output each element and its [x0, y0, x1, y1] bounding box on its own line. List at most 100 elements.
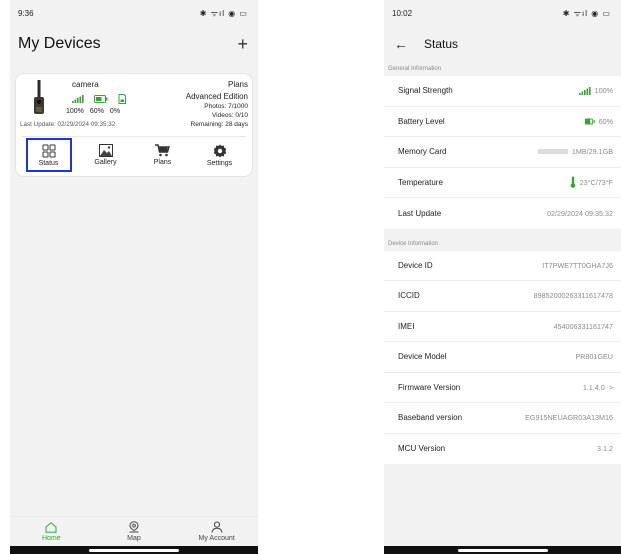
row-value: 23°C/73°F [570, 176, 613, 189]
signal-icon [578, 86, 591, 95]
row-label: Temperature [398, 177, 443, 187]
row-label: Device ID [398, 260, 433, 270]
memory-value: 0% [109, 108, 121, 115]
row-label: Battery Level [398, 116, 445, 126]
row-memory-card: Memory Card 1MB/29.1GB [384, 137, 621, 168]
row-mcu-version: MCU Version 3.1.2 [384, 434, 621, 465]
section-device-label: Device Information [388, 240, 439, 247]
signal-value: 100% [66, 108, 84, 115]
signal-value: 100% [594, 86, 613, 96]
row-value: 60% [584, 116, 613, 126]
sd-card-icon [118, 94, 126, 104]
row-signal-strength: Signal Strength 100% [384, 76, 621, 107]
row-baseband-version: Baseband version EG915NEUAGR03A13M16 [384, 403, 621, 434]
device-name: camera [72, 80, 99, 89]
plans-label: Plans [153, 159, 172, 166]
plans-action[interactable]: Plans [141, 139, 185, 171]
section-general-label: General Information [388, 66, 442, 72]
device-actions: Status Gallery Plans Settings [16, 138, 252, 172]
row-value: 1.1.4.0 > [583, 383, 613, 392]
nav-home[interactable]: Home [21, 517, 81, 546]
chevron-right-icon: > [608, 382, 613, 392]
nav-home-label: Home [41, 534, 61, 542]
row-value: 100% [578, 86, 613, 96]
system-nav-bar [384, 546, 621, 554]
plan-info: Plans Advanced Edition Photos: 7/1000 Vi… [186, 80, 248, 128]
status-icons: ✱ ᯤıl ◉ ▭ [199, 8, 248, 18]
memory-bar [537, 149, 568, 155]
my-devices-screen: 9:36 ✱ ᯤıl ◉ ▭ My Devices + camera 100% … [10, 0, 258, 554]
status-time: 10:02 [392, 8, 413, 18]
device-stat-icons [72, 94, 126, 104]
last-update: Last Update: 02/29/2024 09:35:32 [20, 121, 116, 128]
battery-value: 60% [598, 116, 613, 126]
home-indicator[interactable] [89, 549, 179, 552]
row-value: 02/29/2024 09:35:32 [547, 208, 613, 218]
gallery-label: Gallery [94, 159, 117, 166]
home-indicator[interactable] [457, 549, 548, 552]
plan-name: Advanced Edition [185, 92, 248, 101]
battery-value: 60% [89, 108, 104, 115]
thermometer-icon [570, 176, 575, 189]
row-last-update: Last Update 02/29/2024 09:35:32 [384, 198, 621, 229]
system-nav-bar [10, 546, 258, 554]
device-stat-values: 100% 60% 0% [66, 108, 120, 115]
back-button[interactable]: ← [394, 36, 408, 52]
nav-account[interactable]: My Account [187, 517, 247, 546]
battery-icon [94, 95, 108, 103]
page-header: ← Status [384, 26, 621, 62]
page-title: My Devices [18, 35, 101, 52]
card-divider [22, 136, 246, 137]
device-card[interactable]: camera 100% 60% 0% Last Update: 02/29/20… [16, 74, 252, 176]
nav-account-label: My Account [198, 535, 235, 542]
status-label: Status [38, 159, 59, 167]
gallery-action[interactable]: Gallery [84, 139, 128, 171]
general-info-group: Signal Strength 100% Battery Level 60% M… [384, 76, 621, 229]
row-label: Device Model [398, 352, 447, 362]
person-icon [211, 521, 223, 533]
row-device-id: Device ID IT7PWE7TT0GHA7J6 [384, 251, 621, 281]
remaining-days: Remaining: 28 days [190, 121, 248, 128]
row-label: MCU Version [398, 444, 446, 454]
row-imei: IMEI 454006331161747 [384, 312, 621, 342]
row-value: 89852000263311617478 [533, 291, 613, 301]
plans-label: Plans [227, 80, 248, 89]
row-value: 3.1.2 [597, 444, 613, 454]
nav-map[interactable]: Map [104, 517, 164, 546]
settings-action[interactable]: Settings [198, 139, 242, 171]
row-label: Memory Card [398, 147, 447, 157]
row-firmware-version[interactable]: Firmware Version 1.1.4.0 > [384, 373, 621, 403]
row-value: 1MB/29.1GB [537, 147, 613, 157]
row-value: 454006331161747 [553, 321, 613, 331]
cart-icon [155, 144, 170, 157]
status-bar: 9:36 ✱ ᯤıl ◉ ▭ [10, 0, 258, 26]
image-icon [98, 144, 113, 157]
page-title: Status [424, 37, 459, 51]
gear-icon [213, 144, 226, 157]
temperature-value: 23°C/73°F [579, 177, 613, 187]
camera-image [34, 80, 44, 114]
row-label: IMEI [398, 321, 415, 331]
row-label: Baseband version [398, 413, 463, 423]
status-icons: ✱ ᯤıl ◉ ▭ [562, 8, 611, 18]
status-bar: 10:02 ✱ ᯤıl ◉ ▭ [384, 0, 621, 26]
battery-icon [584, 118, 595, 125]
row-label: Signal Strength [398, 86, 453, 96]
row-label: Firmware Version [398, 382, 461, 392]
grid-icon [42, 144, 55, 157]
status-screen: 10:02 ✱ ᯤıl ◉ ▭ ← Status General Informa… [384, 0, 621, 554]
status-action[interactable]: Status [25, 138, 72, 172]
device-info-group: Device ID IT7PWE7TT0GHA7J6 ICCID 8985200… [384, 250, 621, 465]
screenshot: 9:36 ✱ ᯤıl ◉ ▭ My Devices + camera 100% … [0, 0, 621, 554]
memory-value: 1MB/29.1GB [571, 147, 613, 157]
bottom-nav: Home Map My Account [10, 516, 258, 546]
add-device-button[interactable]: + [237, 34, 248, 55]
videos-count: Videos: 0/10 [211, 112, 248, 119]
row-label: Last Update [398, 208, 442, 218]
signal-icon [72, 95, 84, 103]
row-value: EG915NEUAGR03A13M16 [525, 413, 613, 423]
row-label: ICCID [398, 291, 420, 301]
map-pin-icon [129, 521, 139, 533]
page-header: My Devices + [10, 26, 258, 62]
